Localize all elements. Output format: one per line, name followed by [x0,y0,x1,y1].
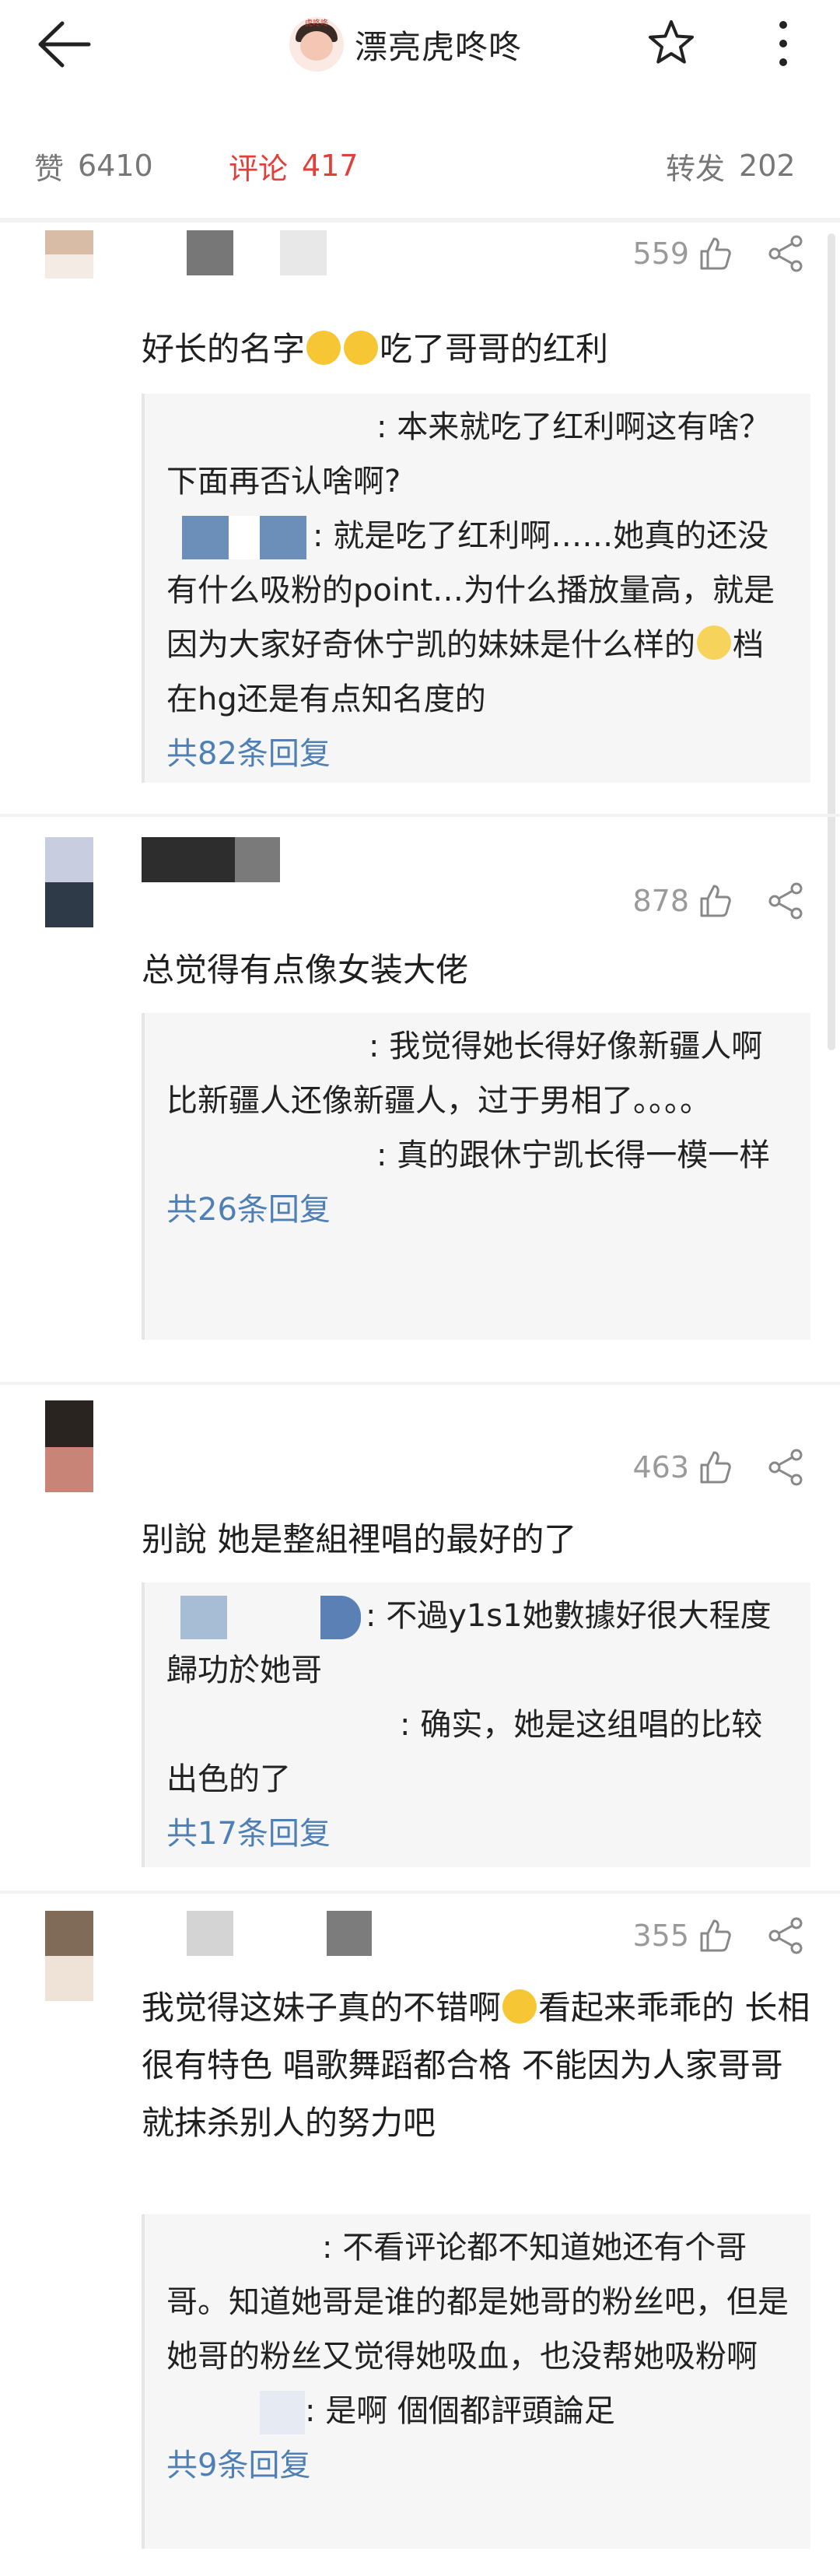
comment-actions: 559 [632,230,806,277]
page-title: 漂亮虎咚咚 [355,27,523,66]
reply-username-blurred[interactable] [260,2391,305,2434]
thumbs-up-icon[interactable] [697,1918,733,1954]
comment-actions: 878 [632,878,806,924]
tab-comments[interactable]: 评论 417 [229,138,359,193]
like-count: 878 [632,884,689,918]
reply-username-blurred[interactable] [166,407,376,450]
reply-username-blurred[interactable] [182,516,229,559]
reply-item: : 真的跟休宁凯长得一模一样 [166,1128,793,1183]
reply-count-link[interactable]: 共9条回复 [166,2438,793,2493]
laugh-cry-emoji-icon [502,1989,537,2024]
tab-likes[interactable]: 赞 6410 [34,138,153,193]
username-blurred[interactable] [327,1911,372,1956]
stats-tabs: 赞 6410 评论 417 转发 202 [0,138,840,193]
share-icon[interactable] [765,1915,806,1956]
comment-separator [0,814,840,817]
comment-separator [0,1382,840,1385]
like-count: 559 [632,237,689,271]
comment-actions: 355 [632,1912,806,1959]
thumbs-up-icon[interactable] [697,883,733,919]
reply-username-blurred[interactable] [260,516,306,559]
comment-separator [0,1891,840,1894]
comment-item: 355 我觉得这妹子真的不错啊 看起来乖乖的 长相很有特色 唱歌舞蹈都合格 不能因… [0,1911,840,2572]
likes-label: 赞 [34,151,65,186]
tab-reposts[interactable]: 转发 202 [666,138,796,193]
laugh-cry-emoji-icon [306,331,341,365]
comment-actions: 463 [632,1444,806,1491]
comment-item: 463 别說 她是整組裡唱的最好的了 : 不過y1s1她數據好很大程度歸功於她哥… [0,1400,840,1898]
reply-item: : 本来就吃了红利啊这有啥？下面再否认啥啊? [166,400,793,509]
reply-item: : 就是吃了红利啊……她真的还没有什么吸粉的point…为什么播放量高，就是因为… [166,509,793,727]
comment-text: 好长的名字 吃了哥哥的红利 [142,330,609,368]
avatar[interactable] [45,1911,93,2001]
username-blurred[interactable] [235,837,280,882]
star-icon[interactable] [646,17,697,68]
reply-box[interactable]: : 不過y1s1她數據好很大程度歸功於她哥 : 确实，她是这组唱的比较出色的了 … [142,1582,810,1867]
reply-item: : 不看评论都不知道她还有个哥哥。知道她哥是谁的都是她哥的粉丝吧，但是她哥的粉丝… [166,2220,793,2384]
author-avatar[interactable]: 虎咚咚 [289,17,344,72]
smile-emoji-icon [697,626,731,660]
username-blurred[interactable] [187,230,233,275]
avatar[interactable] [45,230,93,279]
reply-count-link[interactable]: 共26条回复 [166,1183,793,1237]
reply-box[interactable]: : 不看评论都不知道她还有个哥哥。知道她哥是谁的都是她哥的粉丝吧，但是她哥的粉丝… [142,2214,810,2549]
reply-username-blurred[interactable] [180,1596,227,1639]
reply-count-link[interactable]: 共82条回复 [166,727,793,781]
reply-box[interactable]: : 我觉得她长得好像新疆人啊 比新疆人还像新疆人，过于男相了。。。。 : 真的跟… [142,1013,810,1340]
share-icon[interactable] [765,881,806,921]
reply-item: : 是啊 個個都評頭論足 [166,2384,793,2438]
more-vertical-icon[interactable] [770,17,796,70]
avatar[interactable] [45,837,93,927]
comment-text: 别說 她是整組裡唱的最好的了 [142,1520,577,1558]
like-count: 355 [632,1919,689,1953]
reply-username-blurred[interactable] [166,2227,322,2271]
username-blurred[interactable] [187,1911,233,1956]
comment-text: 我觉得这妹子真的不错啊 看起来乖乖的 长相很有特色 唱歌舞蹈都合格 不能因为人家哥… [142,1989,810,2142]
divider [0,218,840,223]
comment-item: 878 总觉得有点像女装大佬 : 我觉得她长得好像新疆人啊 比新疆人还像新疆人，… [0,837,840,1382]
reposts-label: 转发 [666,151,726,186]
username-blurred [280,230,327,275]
reply-item: : 不過y1s1她數據好很大程度歸功於她哥 [166,1589,793,1698]
reposts-count: 202 [739,149,796,183]
reply-username-blurred[interactable] [166,1705,400,1748]
comment-text: 总觉得有点像女装大佬 [142,951,469,989]
username-blurred[interactable] [142,837,235,882]
title-area[interactable]: 虎咚咚 漂亮虎咚咚 [289,17,522,72]
avatar-tag: 虎咚咚 [305,19,328,28]
reply-username-blurred[interactable] [166,1135,376,1179]
reply-username-blurred[interactable] [166,1026,369,1070]
thumbs-up-icon[interactable] [697,236,733,272]
reply-box[interactable]: : 本来就吃了红利啊这有啥？下面再否认啥啊? : 就是吃了红利啊……她真的还没有… [142,394,810,783]
reply-item: : 确实，她是这组唱的比较出色的了 [166,1698,793,1807]
thumbs-up-icon[interactable] [697,1449,733,1485]
comments-label: 评论 [229,151,289,186]
comments-count: 417 [302,149,359,183]
likes-count: 6410 [78,149,153,183]
reply-count-link[interactable]: 共17条回复 [166,1807,793,1861]
top-bar: 虎咚咚 漂亮虎咚咚 [0,0,840,87]
like-count: 463 [632,1450,689,1484]
reply-item: : 我觉得她长得好像新疆人啊 比新疆人还像新疆人，过于男相了。。。。 [166,1019,793,1128]
share-icon[interactable] [765,1447,806,1488]
avatar[interactable] [45,1400,93,1492]
back-arrow-icon[interactable] [34,19,93,70]
comment-item: 559 好长的名字 吃了哥哥的红利 : 本来就吃了红利啊这有啥？下面再否认啥啊? … [0,230,840,822]
laugh-cry-emoji-icon [344,331,379,365]
share-icon[interactable] [765,233,806,274]
reply-username-blurred[interactable] [320,1596,361,1639]
